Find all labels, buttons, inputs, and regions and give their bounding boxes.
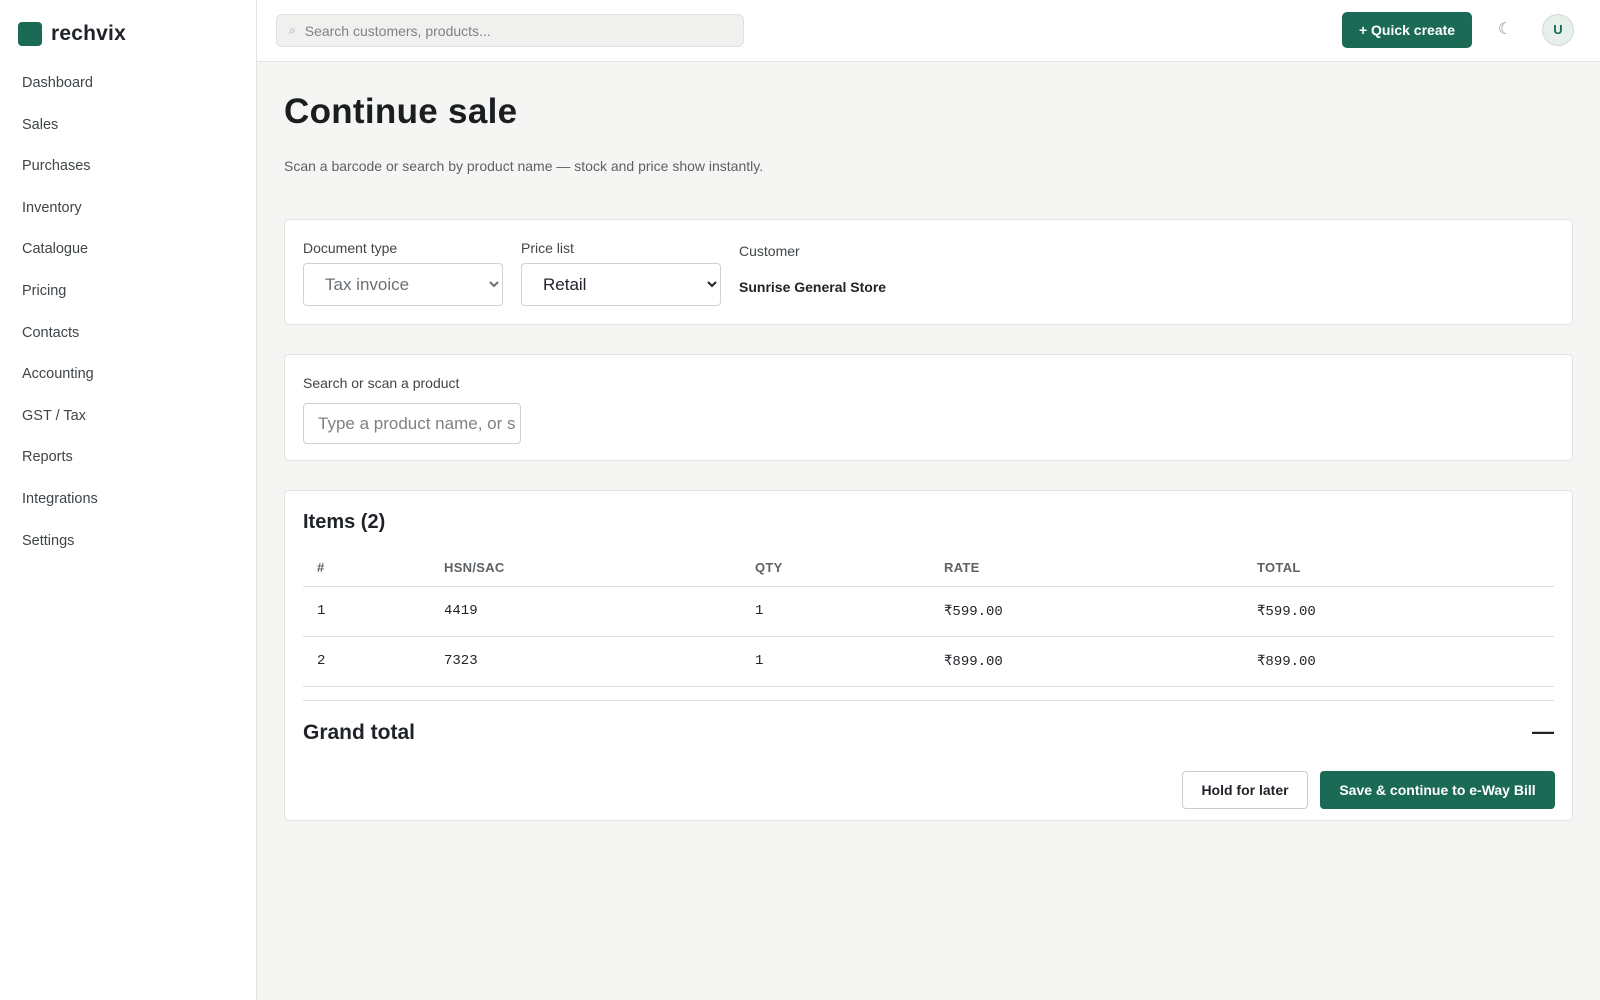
row-qty: 1 (755, 653, 764, 669)
sidebar-item-pricing[interactable]: Pricing (0, 271, 256, 313)
sidebar-item-settings[interactable]: Settings (0, 521, 256, 563)
sidebar-item-integrations[interactable]: Integrations (0, 479, 256, 521)
row-rate: ₹599.00 (944, 604, 1003, 620)
row-number: 2 (317, 653, 326, 669)
row-qty: 1 (755, 603, 764, 619)
row-number: 1 (317, 603, 326, 619)
top-bar: ⌕ + Quick create ☾ U (257, 0, 1600, 62)
grand-total-divider (303, 700, 1554, 701)
brand[interactable]: rechvix (18, 22, 126, 46)
sidebar-item-sales[interactable]: Sales (0, 105, 256, 147)
document-type-label: Document type (303, 240, 398, 256)
price-list-select[interactable]: Retail (521, 263, 721, 306)
column-header-hsn: HSN/SAC (444, 560, 505, 575)
quick-create-button[interactable]: + Quick create (1342, 12, 1472, 48)
hold-for-later-button[interactable]: Hold for later (1182, 771, 1308, 809)
sidebar-item-catalogue[interactable]: Catalogue (0, 229, 256, 271)
row-total: ₹899.00 (1257, 654, 1316, 670)
document-type-select[interactable]: Tax invoice (303, 263, 503, 306)
brand-name: rechvix (51, 22, 126, 45)
row-rate: ₹899.00 (944, 654, 1003, 670)
customer-label: Customer (739, 243, 800, 259)
row-hsn: 7323 (444, 653, 478, 669)
table-row[interactable]: 1 4419 1 ₹599.00 ₹599.00 (303, 587, 1554, 637)
row-total: ₹599.00 (1257, 604, 1316, 620)
sidebar-item-reports[interactable]: Reports (0, 437, 256, 479)
column-header-total: TOTAL (1257, 560, 1301, 575)
items-table: # HSN/SAC QTY RATE TOTAL 1 4419 1 ₹599.0… (303, 549, 1554, 687)
avatar[interactable]: U (1542, 14, 1574, 46)
sidebar-item-purchases[interactable]: Purchases (0, 146, 256, 188)
price-list-label: Price list (521, 240, 574, 256)
page-subtitle: Scan a barcode or search by product name… (284, 158, 764, 174)
sidebar-item-contacts[interactable]: Contacts (0, 313, 256, 355)
customer-name: Sunrise General Store (739, 279, 887, 295)
grand-total-label: Grand total (303, 721, 416, 744)
search-icon: ⌕ (289, 23, 296, 37)
column-header-rate: RATE (944, 560, 980, 575)
grand-total-value: — (1532, 719, 1554, 744)
row-hsn: 4419 (444, 603, 478, 619)
table-row[interactable]: 2 7323 1 ₹899.00 ₹899.00 (303, 637, 1554, 687)
sidebar-item-dashboard[interactable]: Dashboard (0, 63, 256, 105)
product-search-input[interactable] (303, 403, 521, 444)
document-settings-card: Document type Tax invoice Price list Ret… (284, 219, 1573, 325)
items-card: Items (2) # HSN/SAC QTY RATE TOTAL 1 441… (284, 490, 1573, 821)
product-search-card: Search or scan a product (284, 354, 1573, 461)
sidebar-nav: Dashboard Sales Purchases Inventory Cata… (0, 63, 256, 562)
moon-icon[interactable]: ☾ (1493, 18, 1517, 42)
global-search[interactable]: ⌕ (276, 14, 744, 47)
page-title: Continue sale (284, 92, 518, 131)
brand-logo-icon (18, 22, 42, 46)
sidebar-item-gst-tax[interactable]: GST / Tax (0, 396, 256, 438)
table-header: # HSN/SAC QTY RATE TOTAL (303, 549, 1554, 587)
column-header-number: # (317, 560, 325, 575)
save-continue-eway-bill-button[interactable]: Save & continue to e-Way Bill (1320, 771, 1555, 809)
column-header-qty: QTY (755, 560, 783, 575)
sidebar-item-accounting[interactable]: Accounting (0, 354, 256, 396)
sidebar: rechvix Dashboard Sales Purchases Invent… (0, 0, 257, 1000)
product-search-label: Search or scan a product (303, 375, 460, 391)
search-input[interactable] (304, 22, 725, 39)
items-title: Items (2) (303, 511, 386, 533)
sidebar-item-inventory[interactable]: Inventory (0, 188, 256, 230)
